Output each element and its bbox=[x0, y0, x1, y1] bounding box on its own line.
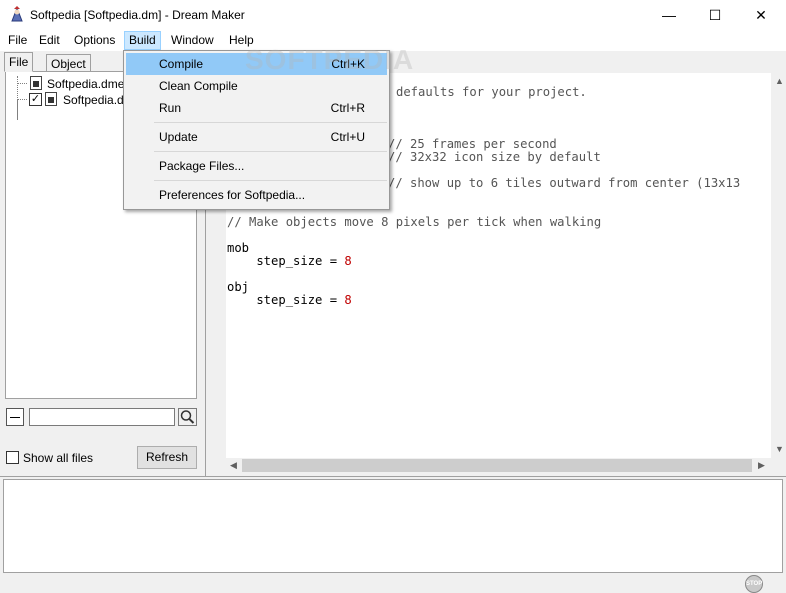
scroll-up-arrow-icon[interactable]: ▲ bbox=[775, 76, 784, 86]
code-line: obj bbox=[227, 280, 249, 294]
code-number: 8 bbox=[344, 293, 352, 307]
window-title: Softpedia [Softpedia.dm] - Dream Maker bbox=[30, 8, 245, 22]
menu-window[interactable]: Window bbox=[166, 31, 219, 50]
code-line: defaults for your project. bbox=[396, 85, 587, 99]
menu-item-preferences[interactable]: Preferences for Softpedia... bbox=[126, 184, 387, 206]
search-input[interactable] bbox=[29, 408, 175, 426]
menu-item-label: Clean Compile bbox=[159, 79, 238, 93]
code-line: // 25 frames per second bbox=[388, 137, 557, 151]
tree-connector bbox=[17, 83, 27, 84]
code-number: 8 bbox=[344, 254, 352, 268]
menu-options[interactable]: Options bbox=[69, 31, 120, 50]
menu-item-label: Compile bbox=[159, 57, 204, 71]
code-comment: // show up to 6 tiles outward from cente… bbox=[388, 176, 741, 190]
code-text: step_size = bbox=[227, 293, 345, 307]
dme-file-icon bbox=[30, 76, 42, 90]
code-comment: // 32x32 icon size by default bbox=[388, 150, 601, 164]
show-all-files-checkbox[interactable] bbox=[6, 451, 19, 464]
tree-connector bbox=[17, 99, 18, 119]
scroll-down-arrow-icon[interactable]: ▼ bbox=[775, 444, 784, 454]
vertical-scrollbar[interactable]: ▲ ▼ bbox=[771, 73, 786, 458]
horizontal-scrollbar[interactable]: ◀ ▶ bbox=[226, 458, 771, 473]
collapse-button[interactable] bbox=[6, 408, 24, 426]
menu-item-update[interactable]: Update Ctrl+U bbox=[126, 126, 387, 148]
softpedia-watermark: SOFTPEDIA bbox=[245, 44, 415, 75]
menu-item-package-files[interactable]: Package Files... bbox=[126, 155, 387, 177]
code-text: obj bbox=[227, 280, 250, 294]
code-text: step_size = bbox=[227, 254, 345, 268]
menu-item-shortcut: Ctrl+U bbox=[330, 130, 365, 144]
menu-separator bbox=[154, 180, 387, 181]
horizontal-scroll-thumb[interactable] bbox=[242, 459, 752, 472]
code-line: step_size = 8 bbox=[227, 254, 352, 268]
code-line: // 32x32 icon size by default bbox=[388, 150, 601, 164]
output-panel: STOP bbox=[0, 476, 786, 593]
stop-icon[interactable]: STOP bbox=[745, 575, 763, 593]
code-line: // show up to 6 tiles outward from cente… bbox=[388, 176, 740, 190]
menu-file[interactable]: File bbox=[3, 31, 32, 50]
code-line: mob bbox=[227, 241, 249, 255]
menu-item-clean-compile[interactable]: Clean Compile bbox=[126, 75, 387, 97]
refresh-button[interactable]: Refresh bbox=[137, 446, 197, 469]
menu-edit[interactable]: Edit bbox=[34, 31, 65, 50]
code-comment: // Make objects move 8 pixels per tick w… bbox=[227, 215, 602, 229]
menu-item-label: Package Files... bbox=[159, 159, 245, 173]
code-line: // Make objects move 8 pixels per tick w… bbox=[227, 215, 601, 229]
tab-file[interactable]: File bbox=[4, 52, 34, 72]
code-text: mob bbox=[227, 241, 250, 255]
dm-file-icon bbox=[45, 92, 57, 106]
minimize-button[interactable]: — bbox=[646, 0, 692, 30]
tree-item-dme[interactable]: Softpedia.dme bbox=[47, 77, 124, 91]
title-bar: Softpedia [Softpedia.dm] - Dream Maker —… bbox=[0, 0, 786, 30]
menu-separator bbox=[154, 122, 387, 123]
tree-item-checkbox[interactable]: ✓ bbox=[29, 93, 42, 106]
magnifier-icon bbox=[180, 410, 195, 424]
output-console[interactable] bbox=[3, 479, 783, 573]
menu-item-run[interactable]: Run Ctrl+R bbox=[126, 97, 387, 119]
code-comment: defaults for your project. bbox=[396, 85, 587, 99]
search-button[interactable] bbox=[178, 408, 197, 426]
tree-connector bbox=[17, 99, 27, 100]
dream-maker-icon[interactable] bbox=[9, 6, 25, 22]
menu-separator bbox=[154, 151, 387, 152]
code-comment: // 25 frames per second bbox=[388, 137, 557, 151]
close-button[interactable]: ✕ bbox=[738, 0, 784, 30]
maximize-button[interactable]: ☐ bbox=[692, 0, 738, 30]
menu-item-label: Update bbox=[159, 130, 198, 144]
code-line: step_size = 8 bbox=[227, 293, 352, 307]
menu-build[interactable]: Build bbox=[124, 31, 161, 50]
menu-item-shortcut: Ctrl+R bbox=[330, 101, 365, 115]
scroll-left-arrow-icon[interactable]: ◀ bbox=[230, 460, 237, 471]
menu-item-label: Run bbox=[159, 101, 182, 115]
show-all-files-label: Show all files bbox=[23, 451, 94, 465]
scroll-right-arrow-icon[interactable]: ▶ bbox=[758, 460, 765, 471]
menu-item-label: Preferences for Softpedia... bbox=[159, 188, 306, 202]
app-window: Softpedia [Softpedia.dm] - Dream Maker —… bbox=[0, 0, 786, 593]
